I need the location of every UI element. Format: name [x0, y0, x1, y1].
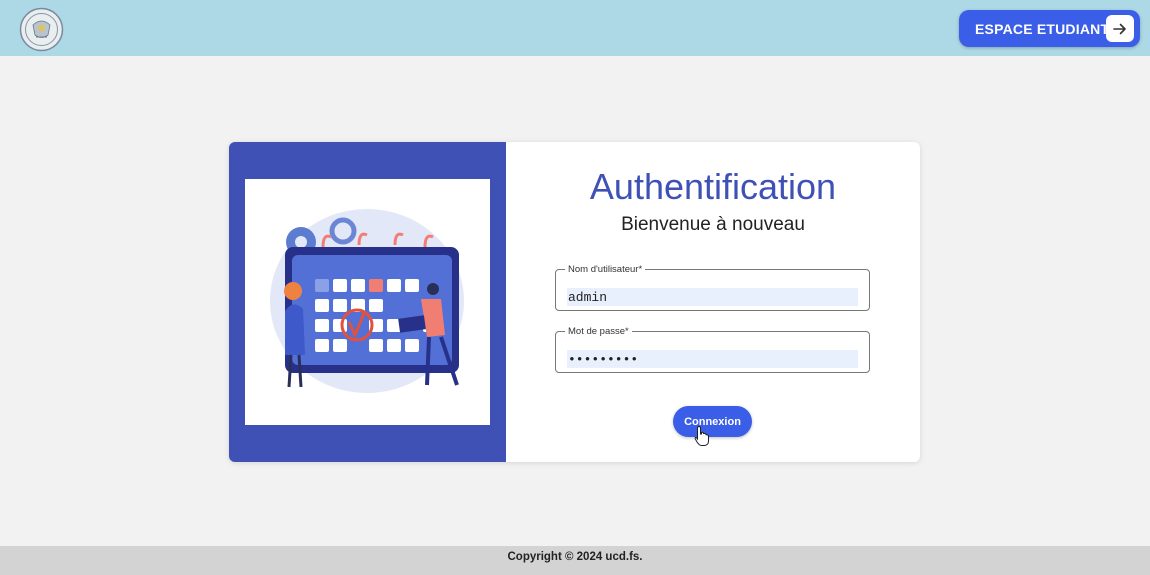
- password-input[interactable]: [567, 350, 858, 368]
- student-space-button[interactable]: ESPACE ETUDIANT: [959, 10, 1140, 47]
- student-space-label: ESPACE ETUDIANT: [975, 20, 1110, 37]
- arrow-right-icon: [1106, 15, 1134, 42]
- university-seal-icon[interactable]: [19, 7, 64, 52]
- calendar-planning-illustration: [245, 179, 490, 425]
- copyright-text: Copyright © 2024 ucd.fs.: [507, 551, 643, 563]
- illustration-panel: [229, 142, 506, 462]
- top-bar: ESPACE ETUDIANT: [0, 0, 1150, 56]
- login-button[interactable]: Connexion: [673, 406, 752, 437]
- page-title: Authentification: [589, 166, 837, 207]
- hand-cursor-icon: [694, 425, 709, 446]
- welcome-subtitle: Bienvenue à nouveau: [621, 214, 805, 235]
- password-field: Mot de passe*: [555, 326, 870, 373]
- username-field: Nom d'utilisateur*: [555, 264, 870, 311]
- password-label: Mot de passe*: [568, 326, 629, 337]
- username-input[interactable]: [567, 288, 858, 306]
- footer: Copyright © 2024 ucd.fs.: [0, 546, 1150, 575]
- login-card: Authentification Bienvenue à nouveau Nom…: [229, 142, 920, 462]
- username-label: Nom d'utilisateur*: [568, 264, 643, 275]
